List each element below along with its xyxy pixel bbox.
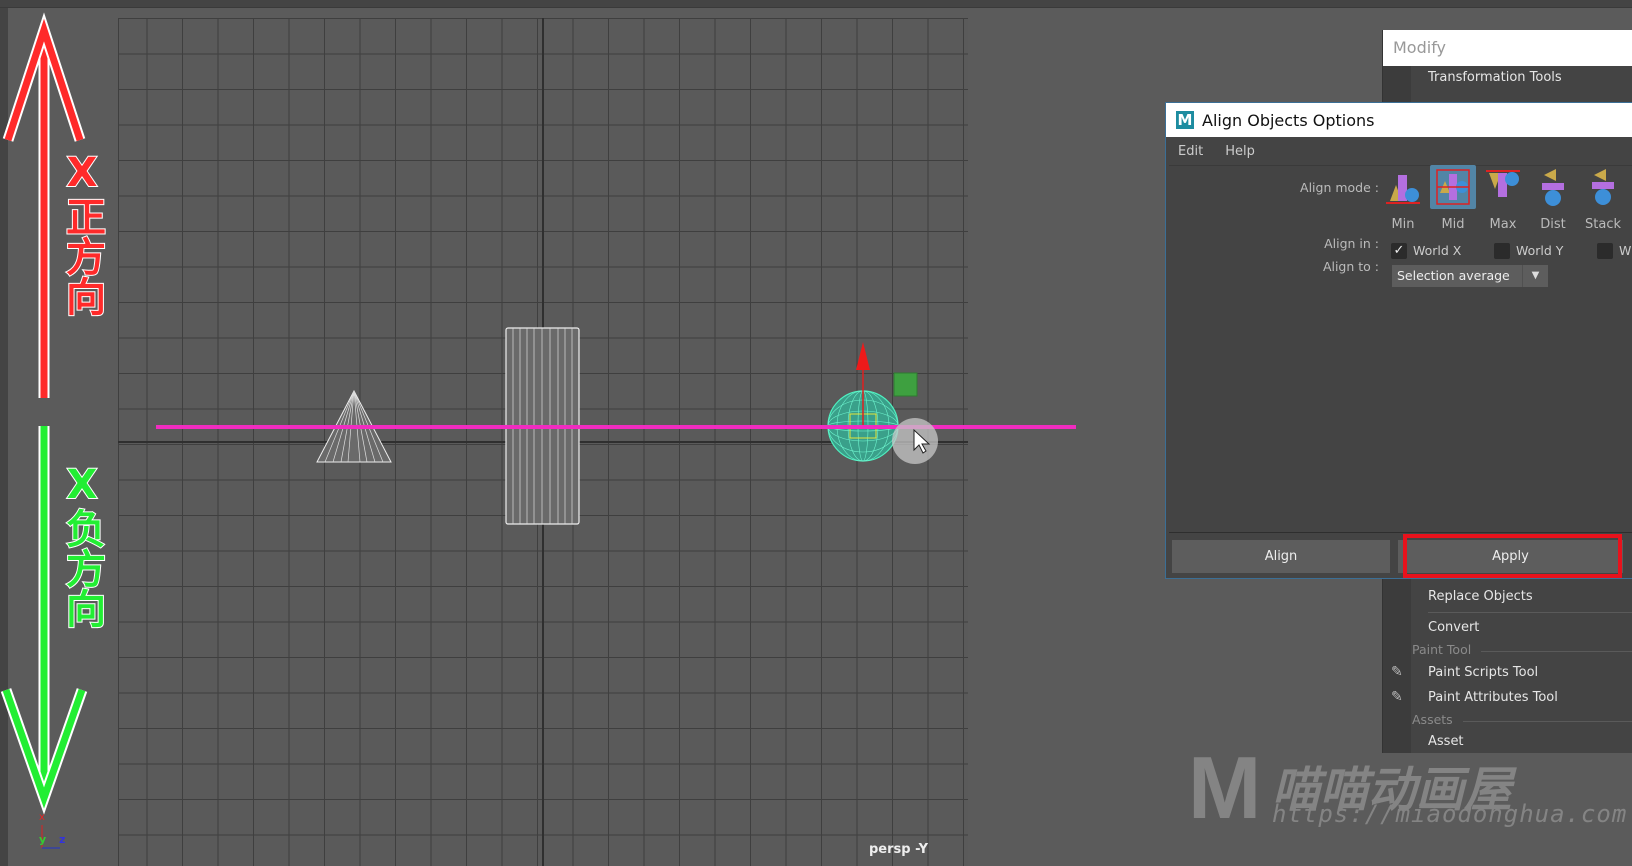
gizmo-y-label: y <box>39 833 47 846</box>
chevron-down-icon: ▼ <box>1522 265 1548 287</box>
watermark-url: https://miaodonghua.com <box>1272 800 1628 828</box>
watermark-logo: M <box>1188 738 1262 837</box>
mode-label-min: Min <box>1391 217 1415 232</box>
world-x-checkbox[interactable]: ✓ <box>1391 243 1407 259</box>
menu-item-transformation-tools[interactable]: Transformation Tools <box>1428 70 1562 85</box>
dialog-titlebar[interactable]: M Align Objects Options <box>1166 103 1632 137</box>
camera-label: persp -Y <box>869 842 929 857</box>
world-z-checkbox[interactable] <box>1597 243 1613 259</box>
align-min-icon <box>1386 175 1420 204</box>
align-mode-max-button[interactable] <box>1480 165 1526 209</box>
world-z-label: W <box>1619 243 1632 258</box>
align-mode-mid-button[interactable] <box>1430 165 1476 209</box>
align-mode-label: Align mode : <box>1300 180 1379 195</box>
menu-item-paint-attributes-tool[interactable]: Paint Attributes Tool <box>1428 690 1558 705</box>
mode-label-max: Max <box>1489 217 1517 232</box>
align-mid-icon <box>1436 169 1470 205</box>
mode-label-mid: Mid <box>1441 217 1465 232</box>
dialog-title: Align Objects Options <box>1202 110 1375 130</box>
align-to-value: Selection average <box>1397 268 1510 283</box>
paint-attributes-icon: ✎ <box>1391 689 1403 705</box>
menu-item-replace-objects[interactable]: Replace Objects <box>1428 589 1533 604</box>
gizmo-z-label: z <box>59 833 66 846</box>
paint-brush-icon: ✎ <box>1391 664 1403 680</box>
maya-logo-icon: M <box>1176 111 1194 129</box>
align-stack-icon <box>1592 169 1614 205</box>
apply-highlight-box <box>1403 534 1622 578</box>
scene-objects <box>0 12 1076 849</box>
align-mode-stack-button[interactable] <box>1580 165 1626 209</box>
align-objects-dialog: M Align Objects Options Edit Help Align … <box>1165 102 1632 579</box>
menu-divider <box>1428 612 1632 613</box>
menu-section-paint-tool: Paint Tool <box>1412 642 1632 657</box>
mode-label-dist: Dist <box>1540 217 1566 232</box>
menu-item-asset[interactable]: Asset <box>1428 734 1464 749</box>
mode-label-stack: Stack <box>1585 217 1621 232</box>
mouse-cursor <box>892 418 938 464</box>
world-y-label: World Y <box>1516 243 1564 258</box>
world-x-label: World X <box>1413 243 1462 258</box>
menu-edit[interactable]: Edit <box>1178 144 1203 159</box>
positive-x-label: X正方向 <box>58 149 106 317</box>
menu-help[interactable]: Help <box>1225 144 1255 159</box>
align-max-icon <box>1486 170 1520 197</box>
align-dist-icon <box>1542 169 1564 206</box>
align-to-dropdown[interactable]: Selection average ▼ <box>1392 265 1548 287</box>
menu-item-paint-scripts-tool[interactable]: Paint Scripts Tool <box>1428 665 1538 680</box>
align-to-label: Align to : <box>1322 259 1379 274</box>
menu-item-convert[interactable]: Convert <box>1428 620 1479 635</box>
dialog-menubar: Edit Help <box>1166 137 1632 165</box>
negative-x-label: X负方向 <box>58 461 106 629</box>
align-in-label: Align in : <box>1324 236 1379 251</box>
modify-menu-title: Modify <box>1383 30 1632 66</box>
align-button[interactable]: Align <box>1172 540 1390 573</box>
world-y-checkbox[interactable] <box>1494 243 1510 259</box>
align-mode-min-button[interactable] <box>1380 165 1426 209</box>
align-mode-dist-button[interactable] <box>1530 165 1576 209</box>
gizmo-x-label: x <box>39 812 45 823</box>
menu-section-assets: Assets <box>1412 712 1632 727</box>
